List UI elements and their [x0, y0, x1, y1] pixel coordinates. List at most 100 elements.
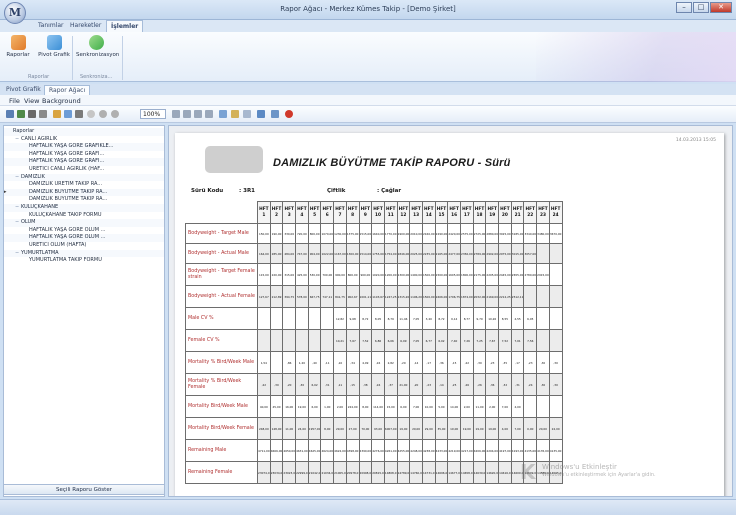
last-page-icon[interactable] [205, 110, 213, 118]
table-cell: 2902,00 [485, 243, 500, 264]
table-cell [536, 329, 550, 352]
menu-view[interactable]: View [24, 97, 39, 105]
hand-tool-icon[interactable] [75, 110, 83, 118]
table-cell [269, 329, 284, 352]
table-cell: 1846,00 [396, 243, 411, 264]
table-cell: 3057,00 [523, 243, 538, 264]
table-cell: 0,00 [523, 417, 538, 440]
ribbon-tab-hareketler[interactable]: Hareketler [70, 22, 101, 29]
tree-item[interactable]: Raporlar [4, 128, 164, 136]
table-cell: 2655,00 [510, 263, 525, 286]
week-prefix: HFT [284, 206, 294, 212]
table-cell: 9,14 [447, 307, 461, 330]
magnifier-icon[interactable] [87, 110, 95, 118]
tree-item-label: YUMURTLATMA TAKİP FORMU [29, 257, 102, 264]
show-selected-report-button[interactable]: Seçili Raporu Göster [3, 484, 165, 495]
quick-print-icon[interactable] [39, 110, 47, 118]
table-cell: 1900,00 [396, 223, 411, 244]
tree-item[interactable]: DAMIZLIK BÜYÜTME TAKİP RA... [4, 196, 164, 204]
table-cell: 1300,00 [396, 263, 411, 286]
minimize-button[interactable]: – [676, 2, 692, 13]
tree-item[interactable]: DAMIZLIK ÜRETİM TAKİP RA... [4, 181, 164, 189]
ribbon-tab-islemler[interactable]: İşlemler [106, 20, 144, 32]
week-number: 17 [463, 212, 470, 218]
table-cell: 4622,00 [333, 439, 347, 462]
tab-rapor-agaci[interactable]: Rapor Ağacı [44, 85, 91, 95]
close-button[interactable]: ✕ [710, 2, 732, 13]
raporlar-button[interactable]: Raporlar [2, 35, 34, 71]
tree-item[interactable]: KULUÇKAHANE TAKİP FORMU [4, 212, 164, 220]
tree-item[interactable]: HAFTALIK YAŞA GÖRE ÖLÜM ... [4, 227, 164, 235]
menu-background[interactable]: Background [42, 97, 81, 105]
tree-item[interactable]: HAFTALIK YAŞA GÖRE ÖLÜM ... [4, 234, 164, 242]
tree-item[interactable]: YUMURTLATMA TAKİP FORMU [4, 257, 164, 265]
table-cell: 4206,00 [472, 439, 487, 462]
menu-file[interactable]: File [9, 97, 20, 105]
table-cell [548, 307, 563, 330]
table-cell: 1,20 [295, 351, 309, 374]
row-label: Remaining Male [185, 439, 258, 462]
table-cell: 1247,25 [383, 285, 398, 308]
week-prefix: HFT [436, 206, 447, 212]
table-cell: 2,00 [333, 395, 347, 418]
tree-item[interactable]: ÜRETİCİ CANLI AĞIRLIK (HAF... [4, 166, 164, 174]
first-page-icon[interactable] [172, 110, 180, 118]
tree-item[interactable]: − ÖLÜM [4, 219, 164, 227]
print-preview[interactable]: 14.03.2013 15:05 DAMIZLIK BÜYÜTME TAKİP … [168, 125, 733, 497]
table-cell: 14760,0 [409, 461, 423, 484]
table-cell: 1640,00 [371, 223, 385, 244]
app-menu-button[interactable]: M [4, 2, 26, 24]
table-cell: 3670,00 [548, 223, 563, 244]
table-cell [523, 285, 538, 308]
tree-item[interactable]: HAFTALIK YAŞA GÖRE GRAFİ... [4, 158, 164, 166]
tree-item[interactable]: − CANLI AĞIRLIK [4, 136, 164, 144]
pivot-grafik-button[interactable]: Pivot Grafik [38, 35, 70, 71]
senkronizasyon-button[interactable]: Senkronizasyon [76, 35, 119, 71]
week-header: HFT 7 [333, 201, 347, 224]
tree-item[interactable]: − KULUÇKAHANE [4, 204, 164, 212]
background-color-icon[interactable] [231, 110, 239, 118]
tree-item[interactable]: HAFTALIK YAŞA GÖRE GRAFİKLE... [4, 143, 164, 151]
table-cell: 7,01 [510, 329, 525, 352]
ribbon-tab-tanimlar[interactable]: Tanımlar [38, 22, 63, 29]
tree-item[interactable]: HAFTALIK YAŞA GÖRE GRAFİ... [4, 151, 164, 159]
tree-item[interactable]: DAMIZLIK BÜYÜTME TAKİP RA... [4, 188, 164, 197]
table-cell: 800,00 [307, 223, 322, 244]
tree-item[interactable]: − YUMURTLATMA [4, 249, 164, 258]
table-cell [548, 329, 563, 352]
export-icon[interactable] [257, 110, 265, 118]
tab-pivot-grafik[interactable]: Pivot Grafik [2, 85, 45, 95]
table-cell: 6,02 [434, 329, 449, 352]
watermark-icon[interactable] [243, 110, 251, 118]
next-page-icon[interactable] [194, 110, 202, 118]
zoom-select[interactable]: 100% [140, 109, 166, 119]
table-cell: ,36 [434, 351, 449, 374]
print-icon[interactable] [28, 110, 36, 118]
maximize-button[interactable]: □ [693, 2, 709, 13]
multiple-pages-icon[interactable] [219, 110, 227, 118]
open-icon[interactable] [6, 110, 14, 118]
tree-item-label: HAFTALIK YAŞA GÖRE GRAFİKLE... [29, 143, 114, 150]
tree-item[interactable]: − DAMIZLIK [4, 173, 164, 182]
close-preview-icon[interactable] [285, 110, 293, 118]
table-cell: 14620,0 [485, 461, 500, 484]
table-cell: 2032,00 [472, 285, 487, 308]
send-email-icon[interactable] [271, 110, 279, 118]
activation-watermark: K Windows'u Etkinleştir Windows'u etkinl… [520, 455, 730, 495]
page-setup-icon[interactable] [53, 110, 61, 118]
previous-page-icon[interactable] [183, 110, 191, 118]
table-cell: 2,00 [460, 395, 474, 418]
week-number: 6 [325, 212, 329, 218]
zoom-in-icon[interactable] [111, 110, 119, 118]
scale-icon[interactable] [64, 110, 72, 118]
zoom-out-icon[interactable] [99, 110, 107, 118]
ribbon-group-senkronizasyon: Senkroniza... [80, 74, 113, 80]
table-cell: 14731,0 [421, 461, 436, 484]
table-cell: 21034,0 [320, 461, 335, 484]
save-icon[interactable] [17, 110, 25, 118]
table-cell: 2160,00 [421, 223, 436, 244]
table-cell: 22999,0 [295, 461, 309, 484]
table-cell: 1500,00 [421, 285, 436, 308]
tree-item[interactable]: ÜRETİCİ ÖLÜM (HAFTA) [4, 242, 164, 250]
week-number: 10 [375, 212, 382, 218]
